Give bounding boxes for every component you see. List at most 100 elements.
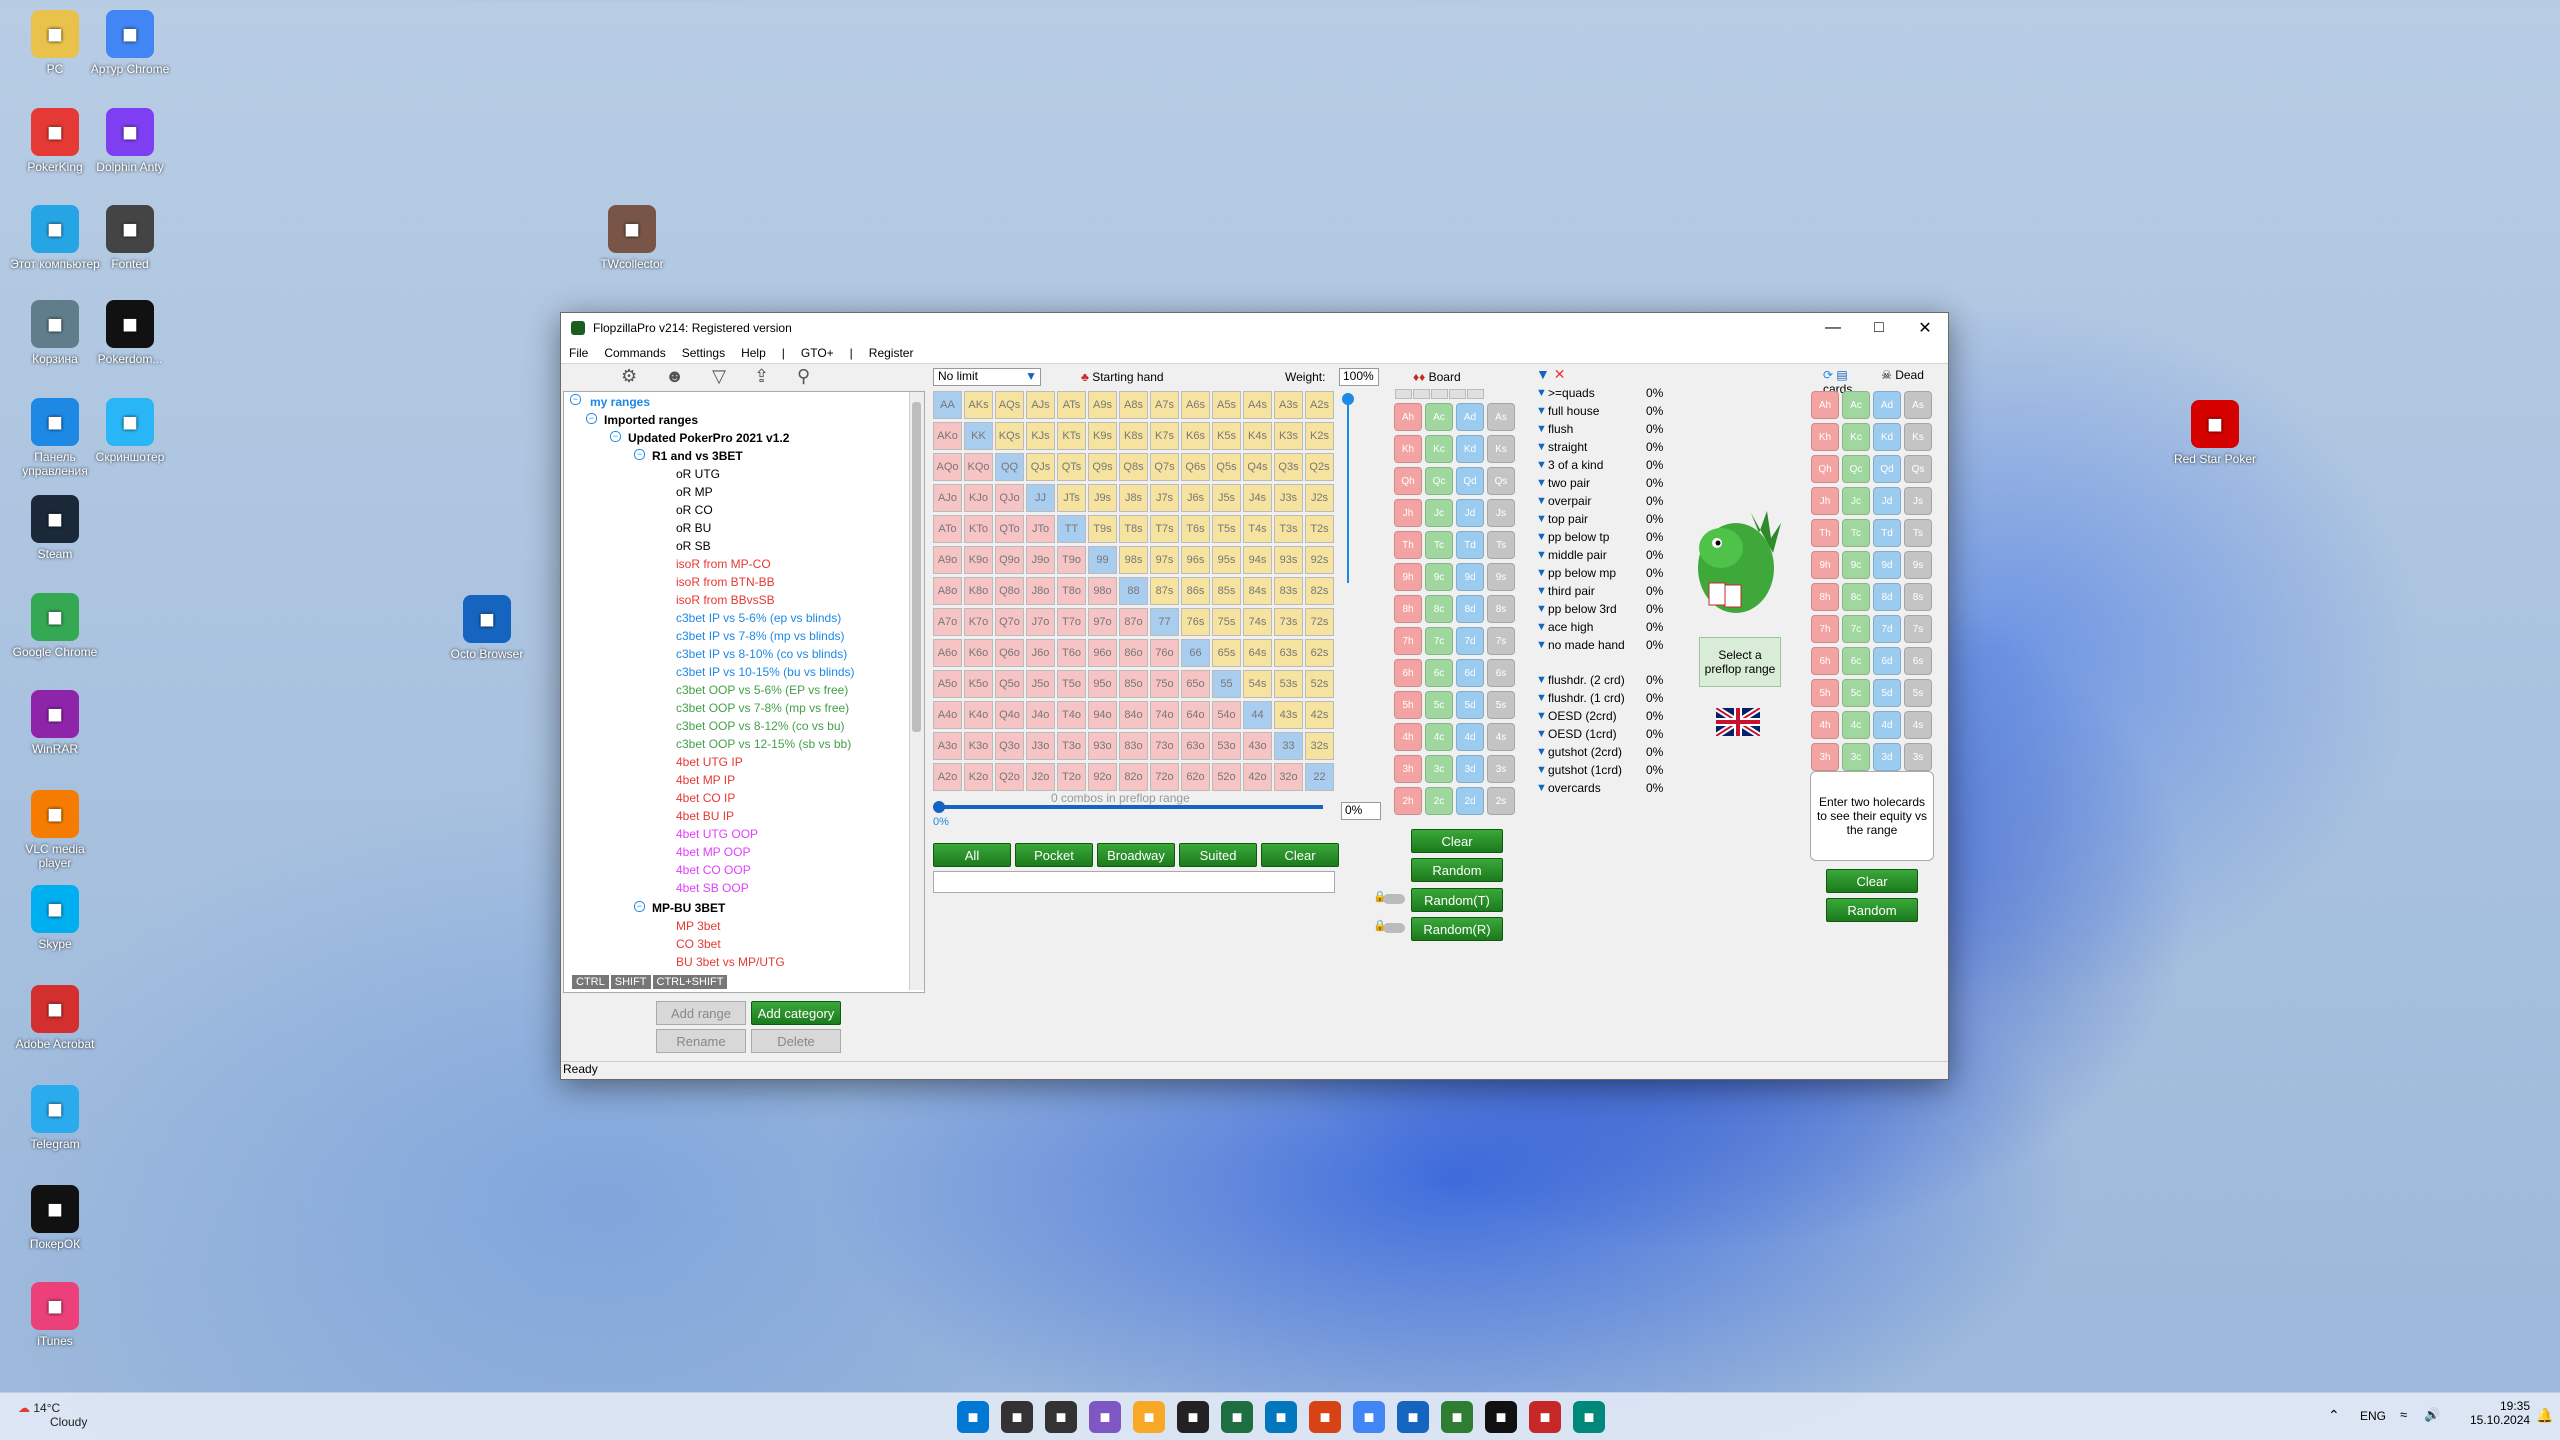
board-card[interactable]: 8d <box>1456 595 1484 623</box>
tree-root-imported[interactable]: Imported ranges <box>604 413 698 427</box>
taskbar-app-icon[interactable]: ■ <box>1309 1401 1341 1433</box>
board-card[interactable]: 3h <box>1394 755 1422 783</box>
range-item[interactable]: 4bet BU IP <box>676 809 734 823</box>
hand-cell[interactable]: Q9o <box>995 546 1024 574</box>
range-text-field[interactable] <box>933 871 1335 893</box>
filter-icon[interactable]: ▼ <box>1536 366 1550 382</box>
hand-cell[interactable]: 44 <box>1243 701 1272 729</box>
dead-card[interactable]: 9c <box>1842 551 1870 579</box>
desktop-shortcut[interactable]: ■ Adobe Acrobat <box>10 985 100 1051</box>
dead-card[interactable]: Tc <box>1842 519 1870 547</box>
dead-card[interactable]: 4d <box>1873 711 1901 739</box>
range-item[interactable]: 4bet CO OOP <box>676 863 751 877</box>
hand-cell[interactable]: 88 <box>1119 577 1148 605</box>
hand-cell[interactable]: J6s <box>1181 484 1210 512</box>
taskbar-app-icon[interactable]: ■ <box>1397 1401 1429 1433</box>
hand-cell[interactable]: K8o <box>964 577 993 605</box>
hand-cell[interactable]: QQ <box>995 453 1024 481</box>
dead-card[interactable]: Ts <box>1904 519 1932 547</box>
board-card[interactable]: 9c <box>1425 563 1453 591</box>
dead-card[interactable]: 8c <box>1842 583 1870 611</box>
taskbar-app-icon[interactable]: ■ <box>1441 1401 1473 1433</box>
hand-cell[interactable]: 32s <box>1305 732 1334 760</box>
hand-cell[interactable]: K9o <box>964 546 993 574</box>
range-item[interactable]: oR UTG <box>676 467 720 481</box>
range-item[interactable]: isoR from BTN-BB <box>676 575 775 589</box>
hand-cell[interactable]: T5s <box>1212 515 1241 543</box>
hand-cell[interactable]: 75s <box>1212 608 1241 636</box>
hand-cell[interactable]: KTo <box>964 515 993 543</box>
hand-cell[interactable]: T8o <box>1057 577 1086 605</box>
filter-icon[interactable]: ▼ <box>1536 477 1548 489</box>
weather-widget[interactable]: ☁ 14°C Cloudy <box>18 1401 87 1429</box>
board-card[interactable]: Qc <box>1425 467 1453 495</box>
hand-cell[interactable]: JTs <box>1057 484 1086 512</box>
range-item[interactable]: 4bet SB OOP <box>676 881 749 895</box>
stat-row[interactable]: ▼ pp below tp 0% <box>1536 528 1663 546</box>
dead-card[interactable]: 3d <box>1873 743 1901 771</box>
range-item[interactable]: oR MP <box>676 485 713 499</box>
dead-card[interactable]: 4c <box>1842 711 1870 739</box>
combos-knob[interactable] <box>933 801 945 813</box>
hand-cell[interactable]: K4s <box>1243 422 1272 450</box>
stat-row[interactable]: ▼ OESD (2crd) 0% <box>1536 707 1663 725</box>
desktop-shortcut[interactable]: ■ Telegram <box>10 1085 100 1151</box>
hand-cell[interactable]: 98s <box>1119 546 1148 574</box>
filter-icon[interactable]: ▼ <box>1536 710 1548 722</box>
stat-row[interactable]: ▼ two pair 0% <box>1536 474 1663 492</box>
board-slot[interactable] <box>1431 389 1448 399</box>
hand-cell[interactable]: 32o <box>1274 763 1303 791</box>
hand-cell[interactable]: T2o <box>1057 763 1086 791</box>
dead-card[interactable]: 3s <box>1904 743 1932 771</box>
board-card[interactable]: 5h <box>1394 691 1422 719</box>
hand-cell[interactable]: 99 <box>1088 546 1117 574</box>
hand-cell[interactable]: 54s <box>1243 670 1272 698</box>
hand-cell[interactable]: 96s <box>1181 546 1210 574</box>
taskbar-app-icon[interactable]: ■ <box>1133 1401 1165 1433</box>
dead-card[interactable]: Jh <box>1811 487 1839 515</box>
desktop-shortcut[interactable]: ■ Red Star Poker <box>2170 400 2260 466</box>
hand-cell[interactable]: QJs <box>1026 453 1055 481</box>
hand-cell[interactable]: KQo <box>964 453 993 481</box>
hand-cell[interactable]: T6o <box>1057 639 1086 667</box>
board-card[interactable]: 5s <box>1487 691 1515 719</box>
hand-cell[interactable]: T2s <box>1305 515 1334 543</box>
hand-cell[interactable]: AQs <box>995 391 1024 419</box>
filter-icon[interactable]: ▼ <box>1536 782 1548 794</box>
range-item[interactable]: c3bet OOP vs 5-6% (EP vs free) <box>676 683 848 697</box>
taskbar-app-icon[interactable]: ■ <box>1045 1401 1077 1433</box>
board-card[interactable]: Th <box>1394 531 1422 559</box>
ctrl-key[interactable]: CTRL <box>572 975 609 989</box>
hand-cell[interactable]: Q4s <box>1243 453 1272 481</box>
range-item[interactable]: oR CO <box>676 503 713 517</box>
hand-cell[interactable]: K6s <box>1181 422 1210 450</box>
hand-cell[interactable]: T3s <box>1274 515 1303 543</box>
filter-icon[interactable]: ▼ <box>1536 441 1548 453</box>
dead-card[interactable]: 6h <box>1811 647 1839 675</box>
board-card[interactable]: 9d <box>1456 563 1484 591</box>
stat-row[interactable]: ▼ flush 0% <box>1536 420 1663 438</box>
stat-row[interactable]: ▼ OESD (1crd) 0% <box>1536 725 1663 743</box>
filter-icon[interactable]: ▼ <box>1536 495 1548 507</box>
board-card[interactable]: 7c <box>1425 627 1453 655</box>
dead-card[interactable]: 7d <box>1873 615 1901 643</box>
wifi-icon[interactable]: ≈ <box>2400 1407 2407 1422</box>
hand-cell[interactable]: Q6s <box>1181 453 1210 481</box>
board-card[interactable]: 2d <box>1456 787 1484 815</box>
board-slot[interactable] <box>1467 389 1484 399</box>
stat-row[interactable]: ▼ full house 0% <box>1536 402 1663 420</box>
hand-cell[interactable]: T5o <box>1057 670 1086 698</box>
hand-cell[interactable]: J2o <box>1026 763 1055 791</box>
filter-icon[interactable]: ▼ <box>1536 513 1548 525</box>
menu-item[interactable]: Help <box>733 346 774 360</box>
board-card[interactable]: 2s <box>1487 787 1515 815</box>
hand-cell[interactable]: T7s <box>1150 515 1179 543</box>
hand-cell[interactable]: 64o <box>1181 701 1210 729</box>
hand-cell[interactable]: 95o <box>1088 670 1117 698</box>
dead-card[interactable]: Qs <box>1904 455 1932 483</box>
weight-input[interactable]: 100% <box>1339 368 1379 386</box>
board-card[interactable]: Ts <box>1487 531 1515 559</box>
hand-cell[interactable]: 83o <box>1119 732 1148 760</box>
board-card[interactable]: 6d <box>1456 659 1484 687</box>
filter-icon[interactable]: ▼ <box>1536 639 1548 651</box>
